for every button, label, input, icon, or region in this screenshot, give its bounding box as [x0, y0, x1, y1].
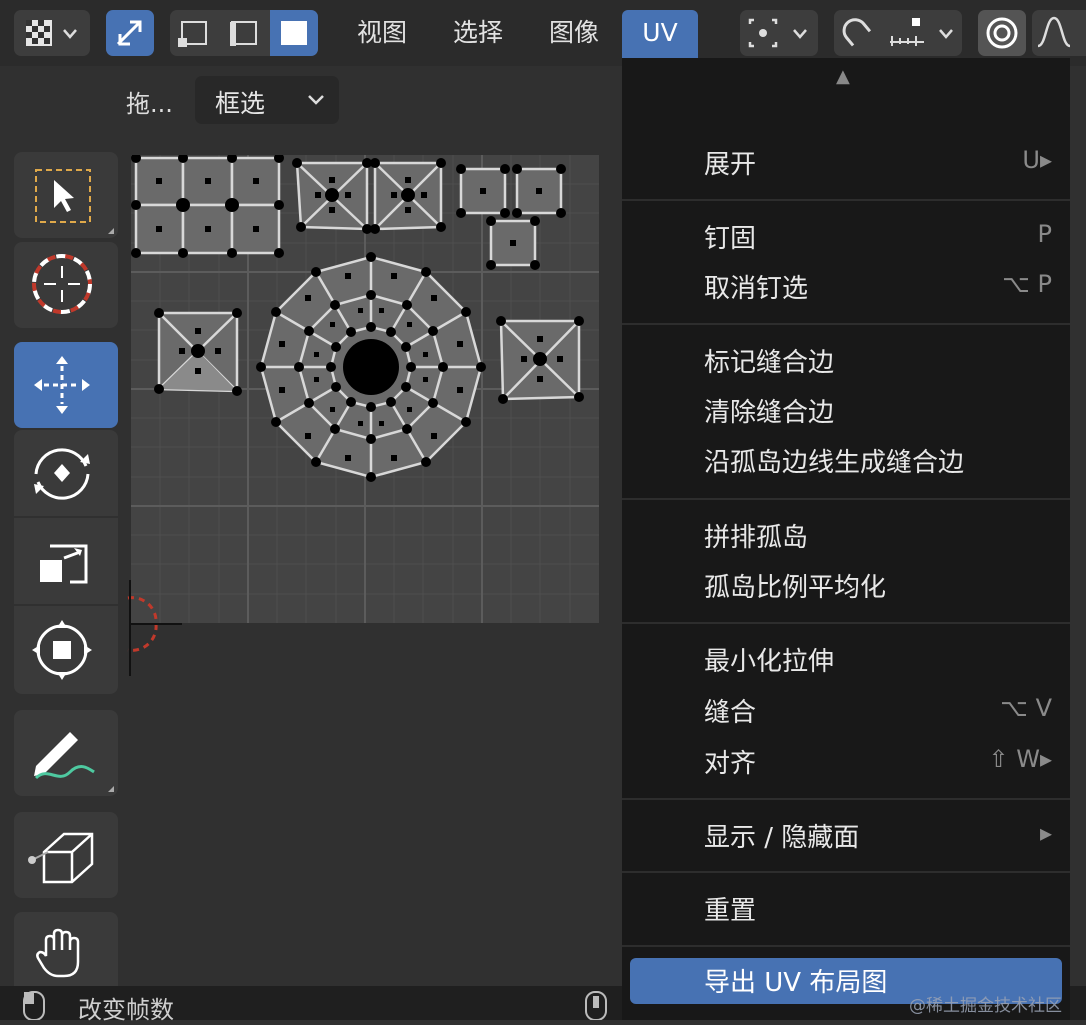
mouse-middle-icon — [585, 991, 607, 1020]
menu-item-label: 对齐 — [704, 749, 757, 779]
menu-item-label: 孤岛比例平均化 — [704, 573, 887, 603]
edge-select-icon — [230, 21, 257, 46]
menu-item-label: 重置 — [704, 896, 757, 926]
menu-divider — [622, 798, 1070, 800]
menu-item-shortcut: ⌥ V — [1000, 694, 1052, 722]
menu-item-pack-islands[interactable]: 拼排孤岛 — [622, 511, 1070, 561]
menu-item-label: 清除缝合边 — [704, 398, 835, 428]
menu-item-label: 展开 — [704, 150, 757, 180]
editor-header: 视图 选择 图像 UV — [0, 0, 1086, 66]
snap-target-dropdown[interactable] — [884, 10, 962, 56]
uv-mesh — [131, 153, 599, 623]
scale-tool[interactable] — [14, 518, 118, 604]
grab-icon — [36, 928, 80, 978]
menu-item-label: 缝合 — [704, 698, 757, 728]
drag-label: 拖... — [126, 90, 173, 118]
sync-selection-button[interactable] — [106, 10, 154, 56]
mouse-left-icon — [23, 991, 45, 1020]
vertex-select-icon — [178, 21, 207, 47]
menu-item-label: 导出 UV 布局图 — [704, 968, 888, 998]
menu-item-label: 显示 / 隐藏面 — [704, 823, 860, 853]
menu-item-pin[interactable]: 钉固 P — [622, 212, 1070, 262]
menu-item-align[interactable]: 对齐 ⇧ W▸ — [622, 737, 1070, 787]
menu-divider — [622, 323, 1070, 325]
face-mode-button[interactable] — [270, 10, 318, 56]
menu-item-label: 拼排孤岛 — [704, 523, 809, 553]
transform-tool[interactable] — [14, 606, 118, 694]
menu-item-show-hide-faces[interactable]: 显示 / 隐藏面 ▸ — [622, 811, 1070, 861]
sync-arrows-icon — [116, 20, 142, 46]
scroll-up-icon[interactable]: ▲ — [836, 66, 850, 87]
rip-tool[interactable] — [14, 812, 118, 898]
menu-item-label: 最小化拉伸 — [704, 647, 835, 677]
uv-editor-icon — [26, 20, 77, 46]
menu-item-label: 沿孤岛边线生成缝合边 — [704, 448, 965, 478]
menu-divider — [622, 498, 1070, 500]
annotate-icon — [34, 732, 114, 792]
move-tool[interactable] — [14, 342, 118, 428]
menu-image[interactable]: 图像 — [532, 10, 616, 56]
menu-item-shortcut: U▸ — [1022, 146, 1052, 174]
menu-item-label: 标记缝合边 — [704, 348, 835, 378]
rotate-tool[interactable] — [14, 430, 118, 516]
annotate-tool[interactable] — [14, 710, 118, 796]
falloff-curve-icon — [1037, 16, 1071, 48]
rotate-icon — [34, 448, 90, 500]
menu-item-label: 钉固 — [704, 224, 757, 254]
menu-view[interactable]: 视图 — [340, 10, 424, 56]
edge-mode-button[interactable] — [220, 10, 268, 56]
menu-select[interactable]: 选择 — [436, 10, 520, 56]
tool-settings-bar: 拖... 框选 — [0, 66, 620, 136]
menu-item-mark-seam[interactable]: 标记缝合边 — [622, 336, 1070, 386]
menu-item-label: 取消钉选 — [704, 274, 809, 304]
rip-icon — [28, 832, 94, 884]
menu-item-minimize-stretch[interactable]: 最小化拉伸 — [622, 635, 1070, 685]
menu-item-seams-from-islands[interactable]: 沿孤岛边线生成缝合边 — [622, 436, 1070, 486]
select-box-tool[interactable] — [14, 152, 118, 238]
falloff-dropdown[interactable] — [1032, 10, 1086, 56]
pivot-point-button[interactable] — [740, 10, 818, 56]
face-select-icon — [281, 21, 307, 45]
2d-cursor-icon[interactable] — [116, 580, 186, 680]
select-mode-dropdown[interactable]: 框选 — [195, 76, 339, 124]
menu-divider — [622, 945, 1070, 947]
menu-item-unpin[interactable]: 取消钉选 ⌥ P — [622, 262, 1070, 312]
menu-divider — [622, 199, 1070, 201]
menu-divider — [622, 871, 1070, 873]
uv-canvas[interactable] — [131, 153, 599, 623]
menu-item-shortcut: P — [1037, 220, 1052, 248]
scale-icon — [40, 544, 88, 584]
pivot-icon — [748, 18, 807, 48]
submenu-arrow-icon: ▸ — [1039, 819, 1052, 847]
transform-icon — [32, 620, 92, 680]
menu-item-unwrap[interactable]: 展开 U▸ — [622, 138, 1070, 188]
snap-group — [834, 10, 962, 56]
vertex-mode-button[interactable] — [170, 10, 218, 56]
cursor-icon — [32, 254, 92, 314]
select-box-icon — [35, 169, 114, 234]
chevron-down-icon — [308, 95, 324, 105]
snap-toggle[interactable] — [834, 10, 882, 56]
uv-dropdown-menu: ▲ 展开 U▸ 钉固 P 取消钉选 ⌥ P 标记缝合边 清除缝合边 沿孤岛边线生… — [622, 58, 1070, 1020]
menu-item-shortcut: ⇧ W▸ — [988, 745, 1052, 773]
watermark: @稀土掘金技术社区 — [909, 996, 1062, 1016]
proportional-edit-toggle[interactable] — [978, 10, 1026, 56]
editor-type-button[interactable] — [14, 10, 90, 56]
menu-item-average-island-scale[interactable]: 孤岛比例平均化 — [622, 561, 1070, 611]
menu-item-shortcut: ⌥ P — [1002, 270, 1052, 298]
menu-item-reset[interactable]: 重置 — [622, 884, 1070, 934]
proportional-edit-icon — [986, 17, 1018, 49]
menu-item-stitch[interactable]: 缝合 ⌥ V — [622, 686, 1070, 736]
grab-tool[interactable] — [14, 912, 118, 986]
cursor-tool[interactable] — [14, 242, 118, 328]
magnet-icon — [842, 18, 872, 47]
menu-item-clear-seam[interactable]: 清除缝合边 — [622, 386, 1070, 436]
snap-increment-icon — [890, 18, 953, 46]
select-mode-value: 框选 — [215, 89, 266, 118]
move-icon — [34, 356, 90, 414]
select-mode-group — [170, 10, 318, 56]
menu-divider — [622, 622, 1070, 624]
